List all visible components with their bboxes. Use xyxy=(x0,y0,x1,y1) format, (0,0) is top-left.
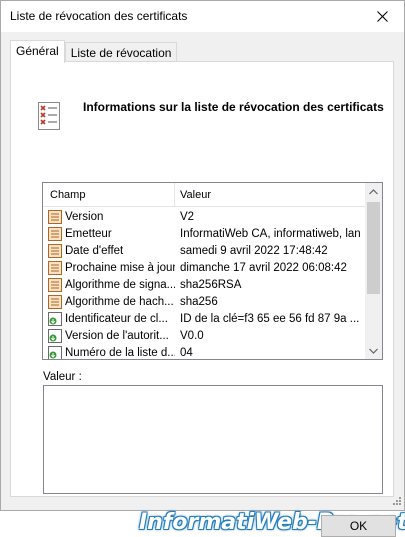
field-value: 04 xyxy=(180,347,193,359)
value-textbox[interactable] xyxy=(43,385,383,494)
extension-icon xyxy=(48,346,62,359)
field-name: Identificateur de cl... xyxy=(65,313,168,325)
column-header: Champ Valeur xyxy=(43,183,365,207)
field-name: Prochaine mise à jour xyxy=(65,262,175,274)
field-name: Algorithme de hach... xyxy=(65,296,174,308)
table-row[interactable]: Date d'effet samedi 9 avril 2022 17:48:4… xyxy=(43,243,365,260)
close-button[interactable] xyxy=(368,3,396,29)
vertical-scrollbar[interactable] xyxy=(365,183,382,359)
dialog-window: Liste de révocation des certificats Géné… xyxy=(0,0,405,537)
table-row[interactable]: Émetteur InformatiWeb CA, informatiweb, … xyxy=(43,226,365,243)
table-row[interactable]: Version de l'autorit... V0.0 xyxy=(43,328,365,345)
field-value: ID de la clé=f3 65 ee 56 fd 87 9a ... xyxy=(180,313,360,325)
field-value: V0.0 xyxy=(180,330,204,342)
table-row[interactable]: Numéro de la liste d... 04 xyxy=(43,345,365,359)
field-doc-icon xyxy=(48,261,62,275)
field-value: samedi 9 avril 2022 17:48:42 xyxy=(180,245,328,257)
column-header-value[interactable]: Valeur xyxy=(180,189,211,201)
field-value: InformatiWeb CA, informatiweb, lan xyxy=(180,228,361,240)
column-header-field[interactable]: Champ xyxy=(50,189,85,201)
details-rows: Version V2 Émetteur InformatiWeb CA, inf… xyxy=(43,209,365,359)
tab-panel-general: Informations sur la liste de révocation … xyxy=(10,61,394,497)
field-doc-icon xyxy=(48,210,62,224)
field-doc-icon xyxy=(48,278,62,292)
table-row[interactable]: Algorithme de signa... sha256RSA xyxy=(43,277,365,294)
chevron-down-icon xyxy=(369,348,378,354)
scrollbar-thumb[interactable] xyxy=(367,202,380,294)
tab-revocation-list[interactable]: Liste de révocation xyxy=(64,42,178,62)
tab-general[interactable]: Général xyxy=(10,40,65,63)
field-name: Version xyxy=(65,211,104,223)
dialog-client: Général Liste de révocation Informations… xyxy=(1,32,405,537)
close-icon xyxy=(376,10,388,22)
details-list[interactable]: Champ Valeur Version V2 Émetteur Informa… xyxy=(42,182,383,360)
field-doc-icon xyxy=(48,244,62,258)
window-title: Liste de révocation des certificats xyxy=(10,9,188,23)
table-row[interactable]: Algorithme de hach... sha256 xyxy=(43,294,365,311)
field-value: V2 xyxy=(180,211,195,223)
field-value: dimanche 17 avril 2022 06:08:42 xyxy=(180,262,347,274)
extension-icon xyxy=(48,312,62,326)
resize-grip-icon[interactable] xyxy=(390,496,402,508)
extension-icon xyxy=(48,329,62,343)
field-name: Version de l'autorit... xyxy=(65,330,169,342)
field-name: Numéro de la liste d... xyxy=(65,347,175,359)
value-label: Valeur : xyxy=(43,371,82,383)
field-value: sha256 xyxy=(180,296,218,308)
chevron-up-icon xyxy=(369,188,378,194)
ok-button[interactable]: OK xyxy=(321,515,396,537)
scroll-down-button[interactable] xyxy=(365,342,382,359)
page-title: Informations sur la liste de révocation … xyxy=(83,100,384,114)
scroll-up-button[interactable] xyxy=(365,183,382,200)
title-bar: Liste de révocation des certificats xyxy=(1,1,404,32)
table-row[interactable]: Version V2 xyxy=(43,209,365,226)
field-value: sha256RSA xyxy=(180,279,242,291)
certificate-revocation-list-icon xyxy=(38,102,60,130)
column-divider[interactable] xyxy=(174,183,175,206)
table-row[interactable]: Identificateur de cl... ID de la clé=f3 … xyxy=(43,311,365,328)
table-row[interactable]: Prochaine mise à jour dimanche 17 avril … xyxy=(43,260,365,277)
tab-strip: Général Liste de révocation xyxy=(10,40,178,63)
field-name: Émetteur xyxy=(65,228,112,240)
field-name: Date d'effet xyxy=(65,245,124,257)
field-doc-icon xyxy=(48,227,62,241)
field-doc-icon xyxy=(48,295,62,309)
field-name: Algorithme de signa... xyxy=(65,279,175,291)
